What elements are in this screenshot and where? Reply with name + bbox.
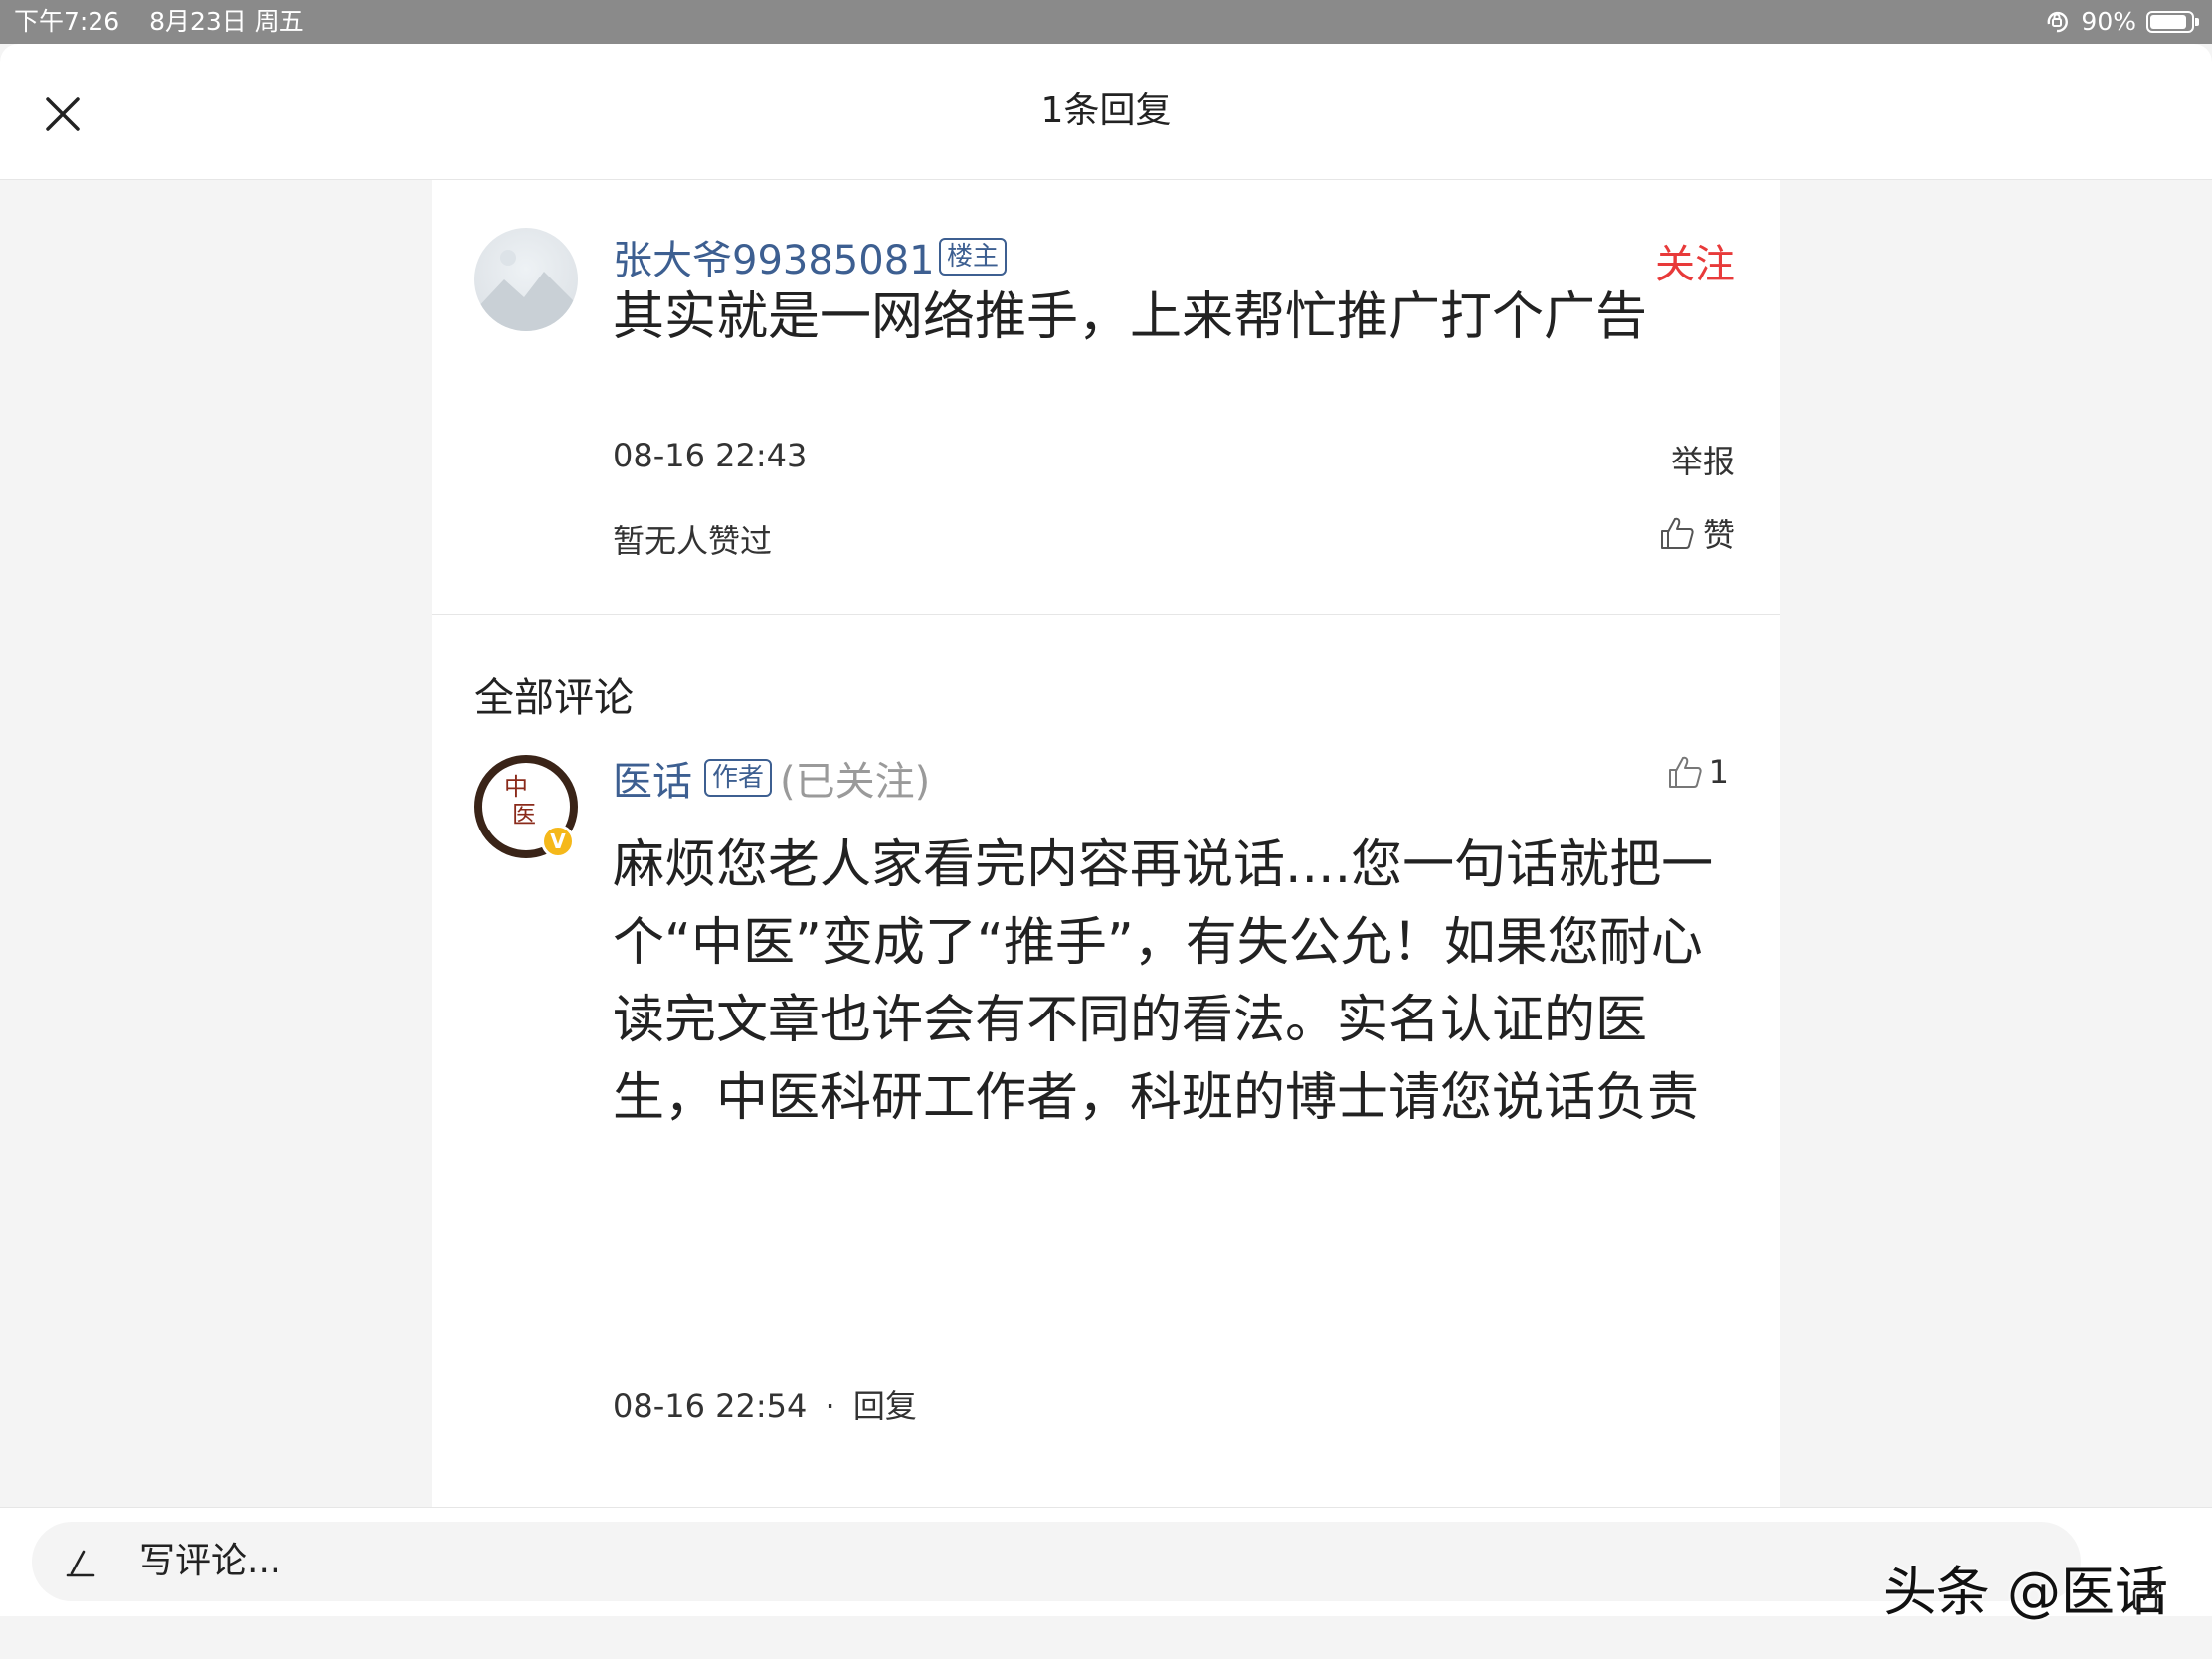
comment-username[interactable]: 医话	[613, 749, 692, 807]
bottom-bar: 写评论...	[0, 1507, 2212, 1616]
author-badge: 作者	[704, 759, 773, 797]
verified-badge: V	[541, 825, 575, 858]
avatar-logo-top: 中	[504, 773, 528, 801]
rotation-lock-icon	[2048, 11, 2069, 33]
watermark: 头条 @医话	[1882, 1561, 2168, 1623]
avatar-logo: 中 医	[504, 773, 536, 829]
reply-username[interactable]: 张大爷99385081	[613, 228, 935, 285]
follow-status: (已关注)	[780, 759, 931, 805]
content-panel: 张大爷99385081 楼主 关注 其实就是一网络推手，上来帮忙推广打个广告 0…	[432, 180, 1780, 1551]
reply-sheet: 1条回复 张大爷99385081 楼主 关注 其实就是一网络推手，上来帮忙推广打…	[0, 44, 2212, 1659]
meta-separator: ·	[825, 1387, 835, 1425]
no-likes-text: 暂无人赞过	[613, 522, 773, 560]
thumbs-up-icon	[1668, 756, 1702, 788]
reply-link[interactable]: 回复	[853, 1387, 917, 1425]
avatar-logo-bottom: 医	[512, 801, 536, 829]
battery-fill	[2150, 15, 2186, 29]
comment-like-count: 1	[1708, 753, 1729, 791]
reply-timestamp: 08-16 22:43	[613, 437, 808, 474]
battery-icon	[2146, 11, 2199, 33]
status-left: 下午7:26 8月23日 周五	[14, 0, 326, 44]
owner-badge: 楼主	[939, 238, 1008, 276]
status-date: 8月23日 周五	[149, 7, 304, 36]
thumbs-up-icon	[1660, 517, 1694, 549]
page-title: 1条回复	[1040, 91, 1172, 131]
status-time: 下午7:26	[14, 7, 120, 36]
header: 1条回复	[0, 44, 2212, 180]
status-right: 90%	[2043, 0, 2199, 44]
write-comment-input[interactable]: 写评论...	[32, 1522, 2081, 1601]
section-title: 全部评论	[474, 675, 634, 721]
comment-meta: 08-16 22:54 · 回复	[613, 1382, 917, 1427]
comment-timestamp: 08-16 22:54	[613, 1387, 808, 1425]
battery-percent: 90%	[2081, 7, 2136, 36]
like-label: 赞	[1702, 516, 1735, 554]
report-link[interactable]: 举报	[1671, 437, 1735, 482]
reply-text: 其实就是一网络推手，上来帮忙推广打个广告	[613, 287, 1648, 347]
divider	[432, 614, 1780, 615]
comment-text: 麻烦您老人家看完内容再说话....您一句话就把一个“中医”变成了“推手”，有失公…	[613, 835, 1714, 1128]
pen-icon	[66, 1550, 95, 1577]
write-comment-placeholder: 写评论...	[139, 1541, 281, 1581]
share-icon[interactable]	[2130, 1577, 2166, 1613]
like-button[interactable]: 赞	[1659, 508, 1735, 558]
placeholder-image-icon	[474, 250, 578, 331]
status-bar: 下午7:26 8月23日 周五 90%	[0, 0, 2212, 44]
comment-like-button[interactable]: 1	[1667, 749, 1729, 795]
avatar[interactable]	[474, 228, 578, 331]
